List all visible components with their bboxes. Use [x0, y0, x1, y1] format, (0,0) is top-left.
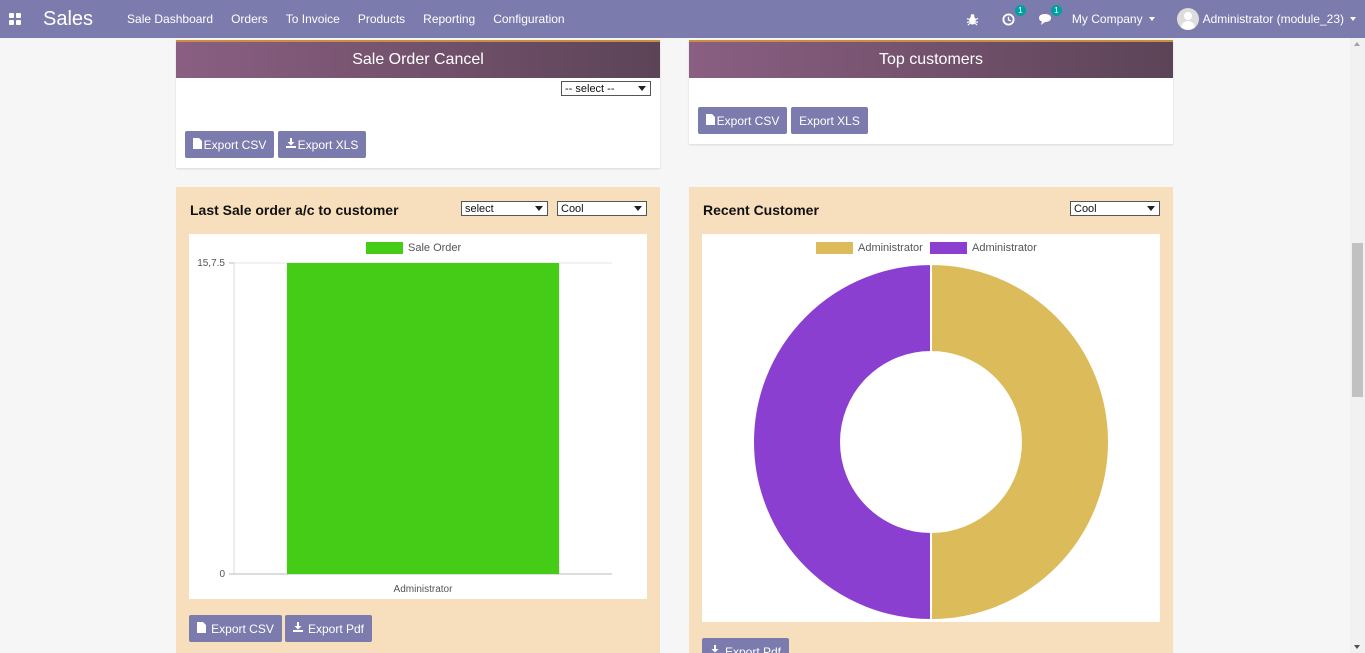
user-caret-icon: [1350, 17, 1356, 21]
donut-slice-2: [752, 262, 932, 622]
last-sale-theme-select[interactable]: Cool: [557, 201, 647, 216]
donut-slice-1: [930, 262, 1110, 622]
file-icon: [197, 621, 207, 636]
top-navbar: Sales Sale Dashboard Orders To Invoice P…: [0, 0, 1365, 38]
legend-swatch-sale-order: [366, 242, 403, 254]
scroll-up-arrow-icon[interactable]: [1354, 42, 1360, 46]
company-caret-icon: [1148, 17, 1155, 21]
legend-label-sale-order: Sale Order: [408, 242, 462, 254]
cancel-export-xls-button[interactable]: Export XLS: [278, 131, 366, 158]
apps-menu-button[interactable]: [0, 0, 30, 38]
cancel-export-csv-label: Export CSV: [203, 137, 267, 152]
chevron-down-icon: [1147, 206, 1155, 211]
menu-item-sale-dashboard[interactable]: Sale Dashboard: [127, 12, 213, 26]
y-tick-label-top: 15,7.5: [197, 258, 225, 269]
legend-swatch-slice-2: [930, 242, 967, 254]
menu-item-products[interactable]: Products: [358, 12, 405, 26]
menu-item-orders[interactable]: Orders: [231, 12, 268, 26]
cancel-export-xls-label: Export XLS: [297, 137, 359, 152]
chevron-down-icon: [638, 86, 646, 91]
user-name: Administrator (module_23): [1202, 12, 1344, 26]
menu-item-reporting[interactable]: Reporting: [423, 12, 475, 26]
scroll-down-arrow-icon[interactable]: [1354, 645, 1360, 649]
last-sale-export-pdf-label: Export Pdf: [307, 621, 365, 636]
recent-export-pdf-label: Export Pdf: [724, 644, 782, 653]
download-icon: [292, 622, 303, 635]
last-sale-select1-value: select: [465, 202, 494, 215]
sale-order-cancel-card: Sale Order Cancel -- select -- Export CS…: [176, 40, 660, 168]
messages-badge: 1: [1050, 5, 1062, 16]
last-sale-order-title: Last Sale order a/c to customer: [190, 202, 399, 218]
apps-grid-icon: [9, 13, 21, 25]
y-tick-label-zero: 0: [219, 569, 225, 580]
navbar-systray: 1 1 My Company Administrator (module_23): [964, 0, 1365, 38]
debug-bug-icon[interactable]: [964, 10, 982, 28]
main-menu: Sale Dashboard Orders To Invoice Product…: [127, 12, 583, 26]
activity-badge: 1: [1014, 5, 1026, 16]
avatar: [1176, 8, 1199, 30]
chevron-down-icon: [535, 206, 543, 211]
cancel-period-select[interactable]: -- select --: [561, 81, 651, 96]
recent-customer-select-value: Cool: [1074, 202, 1097, 215]
user-menu[interactable]: Administrator (module_23): [1176, 8, 1356, 30]
menu-item-to-invoice[interactable]: To Invoice: [286, 12, 340, 26]
top-customers-header: Top customers: [689, 40, 1173, 78]
activity-clock-icon[interactable]: 1: [1000, 5, 1026, 28]
donut-chart: Administrator Administrator: [752, 242, 1110, 622]
last-sale-order-panel: Last Sale order a/c to customer select C…: [176, 187, 660, 653]
cancel-export-csv-button[interactable]: Export CSV: [185, 131, 274, 158]
top-export-csv-button[interactable]: Export CSV: [698, 107, 787, 134]
bar-administrator: [286, 263, 560, 574]
recent-export-pdf-button[interactable]: Export Pdf: [702, 638, 789, 653]
last-sale-export-csv-label: Export CSV: [211, 621, 274, 636]
recent-customer-panel: Recent Customer Cool Administrator Admini…: [689, 187, 1173, 653]
bar-chart-container: Sale Order 15,7.5 0 Administrator: [189, 234, 647, 599]
donut-chart-container: Administrator Administrator: [702, 234, 1160, 622]
app-brand[interactable]: Sales: [43, 8, 93, 31]
file-icon: [705, 113, 715, 128]
company-switcher[interactable]: My Company: [1072, 12, 1155, 26]
file-icon: [192, 137, 202, 152]
sale-order-cancel-header: Sale Order Cancel: [176, 40, 660, 78]
cancel-select-value: -- select --: [565, 82, 615, 95]
download-icon: [709, 645, 720, 653]
scrollbar-thumb[interactable]: [1352, 243, 1363, 397]
recent-customer-theme-select[interactable]: Cool: [1070, 201, 1160, 216]
legend-swatch-slice-1: [816, 242, 853, 254]
last-sale-customer-select[interactable]: select: [461, 201, 548, 216]
company-name: My Company: [1071, 12, 1143, 26]
legend-label-slice-1: Administrator: [858, 242, 923, 254]
menu-item-configuration[interactable]: Configuration: [493, 12, 564, 26]
last-sale-export-csv-button[interactable]: Export CSV: [189, 615, 282, 642]
chevron-down-icon: [634, 206, 642, 211]
download-icon: [285, 138, 296, 151]
top-export-xls-button[interactable]: Export XLS: [791, 107, 868, 134]
top-export-xls-label: Export XLS: [799, 113, 860, 128]
legend-label-slice-2: Administrator: [972, 242, 1037, 254]
messages-chat-icon[interactable]: 1: [1036, 5, 1062, 28]
top-customers-card: Top customers Export CSV Export XLS: [689, 40, 1173, 144]
bar-chart: Sale Order 15,7.5 0 Administrator: [197, 242, 612, 595]
last-sale-select2-value: Cool: [561, 202, 584, 215]
top-export-csv-label: Export CSV: [716, 113, 780, 128]
recent-customer-title: Recent Customer: [703, 202, 819, 218]
x-tick-label-administrator: Administrator: [394, 584, 454, 595]
page-scrollbar[interactable]: [1350, 38, 1365, 653]
last-sale-export-pdf-button[interactable]: Export Pdf: [285, 615, 372, 642]
